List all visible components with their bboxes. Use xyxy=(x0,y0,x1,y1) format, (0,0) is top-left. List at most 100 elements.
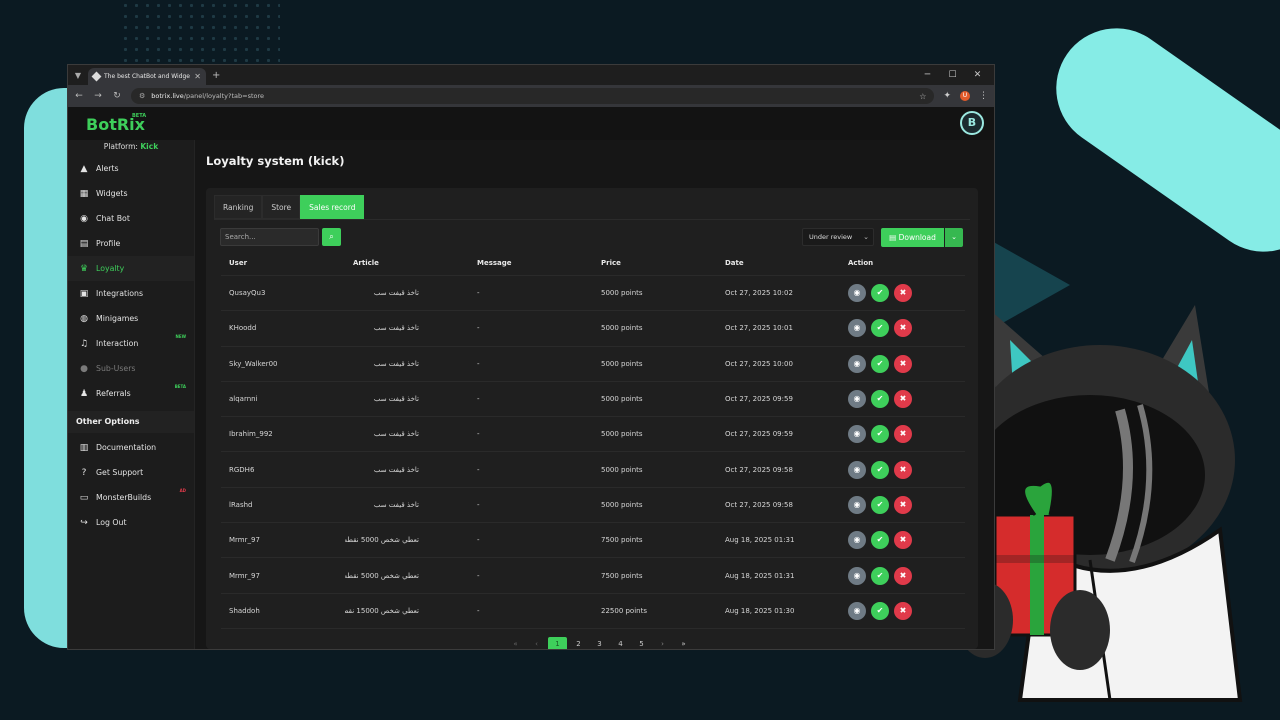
sidebar-item-integrations[interactable]: ▣ Integrations xyxy=(68,281,194,306)
approve-button[interactable]: ✔ xyxy=(871,390,889,409)
user-menu-avatar[interactable]: B xyxy=(960,111,984,135)
view-button[interactable]: ◉ xyxy=(848,354,866,373)
reject-button[interactable]: ✖ xyxy=(894,601,912,620)
browser-menu-icon[interactable]: ⋮ xyxy=(979,91,988,101)
sidebar-item-alerts[interactable]: ▲ Alerts xyxy=(68,156,194,181)
sidebar-item-sub-users[interactable]: ● Sub-Users xyxy=(68,356,194,381)
approve-button[interactable]: ✔ xyxy=(871,566,889,585)
close-icon: ✖ xyxy=(899,535,907,545)
approve-button[interactable]: ✔ xyxy=(871,460,889,479)
page-button-1[interactable]: 1 xyxy=(548,637,567,649)
profile-avatar-icon[interactable]: U xyxy=(960,91,970,101)
sidebar-item-profile[interactable]: ▤ Profile xyxy=(68,231,194,256)
search-input[interactable] xyxy=(220,228,319,246)
forward-arrow-icon[interactable]: → xyxy=(93,91,103,101)
sidebar-item-documentation[interactable]: ▥ Documentation xyxy=(68,435,194,460)
sidebar-item-label: Alerts xyxy=(96,164,119,173)
view-button[interactable]: ◉ xyxy=(848,601,866,620)
sidebar-item-referrals[interactable]: ♟ Referrals BETA xyxy=(68,381,194,406)
view-button[interactable]: ◉ xyxy=(848,390,866,409)
sidebar-item-monsterbuilds[interactable]: ▭ MonsterBuilds AD xyxy=(68,485,194,510)
view-button[interactable]: ◉ xyxy=(848,495,866,514)
approve-button[interactable]: ✔ xyxy=(871,319,889,338)
site-info-icon[interactable]: ⚙ xyxy=(139,92,145,100)
reject-button[interactable]: ✖ xyxy=(894,390,912,409)
cell-price: 22500 points xyxy=(601,606,647,615)
view-button[interactable]: ◉ xyxy=(848,460,866,479)
extensions-puzzle-icon[interactable]: ✦ xyxy=(943,91,951,101)
url-field[interactable]: ⚙ botrix.live/panel/loyalty?tab=store ☆ xyxy=(131,88,935,104)
sidebar-item-interaction[interactable]: ♫ Interaction NEW xyxy=(68,331,194,356)
sidebar-item-tag: AD xyxy=(179,488,186,493)
cell-actions: ◉ ✔ ✖ xyxy=(840,566,965,585)
status-filter-select[interactable]: Under review ⌄ xyxy=(802,228,874,246)
download-button[interactable]: ▤ Download xyxy=(881,228,944,247)
reject-button[interactable]: ✖ xyxy=(894,460,912,479)
reload-icon[interactable]: ↻ xyxy=(112,91,122,101)
eye-icon: ◉ xyxy=(853,499,861,509)
sidebar: Platform: Kick ▲ Alerts ▦ Widgets ◉ Chat Bot ▤… xyxy=(68,140,194,649)
check-icon: ✔ xyxy=(876,605,884,615)
sidebar-item-widgets[interactable]: ▦ Widgets xyxy=(68,181,194,206)
tab-list-chevron-icon[interactable]: ▼ xyxy=(68,71,88,80)
cell-actions: ◉ ✔ ✖ xyxy=(840,531,965,550)
reject-button[interactable]: ✖ xyxy=(894,354,912,373)
view-button[interactable]: ◉ xyxy=(848,284,866,303)
approve-button[interactable]: ✔ xyxy=(871,531,889,550)
sidebar-item-get-support[interactable]: ? Get Support xyxy=(68,460,194,485)
tab-ranking[interactable]: Ranking xyxy=(214,195,263,219)
cell-price: 5000 points xyxy=(601,359,643,368)
cell-message: - xyxy=(477,359,480,368)
first-page-button[interactable]: « xyxy=(506,637,525,649)
view-button[interactable]: ◉ xyxy=(848,566,866,585)
column-header-user: User xyxy=(229,258,248,267)
prev-page-button[interactable]: ‹ xyxy=(527,637,546,649)
other-options-heading: Other Options xyxy=(68,411,194,433)
download-dropdown-button[interactable]: ⌄ xyxy=(945,228,963,247)
platform-label: Platform: xyxy=(103,142,138,151)
view-button[interactable]: ◉ xyxy=(848,425,866,444)
tab-store[interactable]: Store xyxy=(262,195,301,219)
back-arrow-icon[interactable]: ← xyxy=(74,91,84,101)
tab-close-icon[interactable]: ✕ xyxy=(194,72,201,81)
approve-button[interactable]: ✔ xyxy=(871,354,889,373)
minimize-icon[interactable]: ─ xyxy=(915,65,940,85)
tab-sales-record[interactable]: Sales record xyxy=(300,195,365,219)
page-button-2[interactable]: 2 xyxy=(569,637,588,649)
file-icon: ▤ xyxy=(889,233,897,242)
reject-button[interactable]: ✖ xyxy=(894,531,912,550)
approve-button[interactable]: ✔ xyxy=(871,601,889,620)
sidebar-item-loyalty[interactable]: ♛ Loyalty xyxy=(68,256,194,281)
page-button-5[interactable]: 5 xyxy=(632,637,651,649)
reject-button[interactable]: ✖ xyxy=(894,566,912,585)
approve-button[interactable]: ✔ xyxy=(871,495,889,514)
reject-button[interactable]: ✖ xyxy=(894,495,912,514)
cell-message: - xyxy=(477,536,480,545)
table-row: lRashd تاخذ قيفت سب - 5000 points Oct 27, 20… xyxy=(221,488,965,524)
last-page-button[interactable]: » xyxy=(674,637,693,649)
page-button-3[interactable]: 3 xyxy=(590,637,609,649)
approve-button[interactable]: ✔ xyxy=(871,284,889,303)
trophy-icon: ♛ xyxy=(79,263,89,274)
browser-tab[interactable]: The best ChatBot and Widgets ✕ xyxy=(88,68,206,85)
approve-button[interactable]: ✔ xyxy=(871,425,889,444)
sidebar-item-minigames[interactable]: ◍ Minigames xyxy=(68,306,194,331)
table-row: alqarnni تاخذ قيفت سب - 5000 points Oct 27, … xyxy=(221,382,965,418)
reject-button[interactable]: ✖ xyxy=(894,284,912,303)
view-button[interactable]: ◉ xyxy=(848,531,866,550)
new-tab-icon[interactable]: + xyxy=(212,70,220,81)
bookmark-star-icon[interactable]: ☆ xyxy=(919,92,926,101)
next-page-button[interactable]: › xyxy=(653,637,672,649)
view-button[interactable]: ◉ xyxy=(848,319,866,338)
cell-date: Aug 18, 2025 01:31 xyxy=(725,536,795,545)
page-button-4[interactable]: 4 xyxy=(611,637,630,649)
maximize-icon[interactable]: ☐ xyxy=(940,65,965,85)
search-button[interactable]: ⌕ xyxy=(322,228,341,246)
sidebar-item-log-out[interactable]: ↪ Log Out xyxy=(68,510,194,535)
reject-button[interactable]: ✖ xyxy=(894,319,912,338)
close-window-icon[interactable]: ✕ xyxy=(965,65,990,85)
cell-user: alqarnni xyxy=(229,395,258,404)
table-row: KHoodd تاخذ قيفت سب - 5000 points Oct 27, 20… xyxy=(221,311,965,347)
sidebar-item-chat-bot[interactable]: ◉ Chat Bot xyxy=(68,206,194,231)
reject-button[interactable]: ✖ xyxy=(894,425,912,444)
